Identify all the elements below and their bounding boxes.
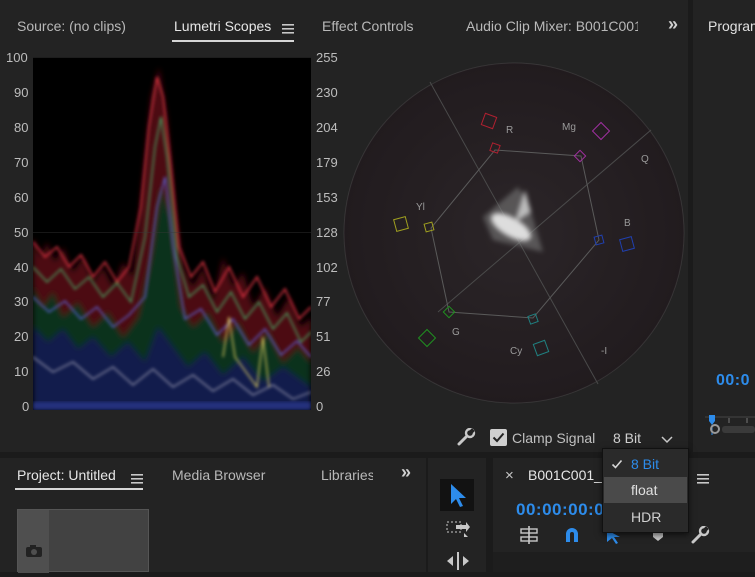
wf-left-tick: 0 [22,399,30,414]
tab-audio-clip-mixer[interactable]: Audio Clip Mixer: B001C001 [466,18,638,34]
tab-sequence[interactable]: B001C001_ [528,467,602,483]
wf-right-tick: 153 [316,190,338,205]
program-scrollbar[interactable] [722,426,755,433]
vs-label-q: Q [641,154,649,165]
active-tab-underline [172,40,294,42]
project-panel-menu-icon[interactable] [131,471,143,484]
panel-menu-icon[interactable] [282,21,294,34]
wf-right-tick: 128 [316,225,338,240]
camera-icon [25,544,43,563]
program-timecode[interactable]: 00:0 [716,372,750,390]
wf-right-tick: 26 [316,364,331,379]
bit-depth-dropdown[interactable]: 8 Bit [604,427,678,449]
wf-left-tick: 40 [14,260,29,275]
project-item-thumbnail[interactable] [17,509,149,573]
tab-source[interactable]: Source: (no clips) [17,18,126,34]
program-scroll-handle[interactable] [710,424,720,434]
wf-right-tick: 204 [316,120,338,135]
wf-left-tick: 30 [14,294,29,309]
vs-label-mg: Mg [562,122,576,133]
tab-overflow-icon[interactable]: » [668,14,678,35]
wf-grid-50 [33,232,311,233]
insert-nested-icon[interactable] [519,526,539,549]
waveform-scope [33,57,311,410]
bit-depth-option-label: 8 Bit [631,456,660,472]
clamp-signal-label: Clamp Signal [512,430,596,446]
selection-tool-icon[interactable] [440,479,474,511]
scope-settings-wrench-icon[interactable] [456,427,476,446]
vs-label-cy: Cy [510,346,523,357]
snap-magnet-icon[interactable] [563,526,581,549]
chevron-down-icon [661,431,673,449]
wf-left-tick: 70 [14,155,29,170]
wf-right-tick: 102 [316,260,338,275]
wf-right-tick: 255 [316,50,338,65]
wf-left-tick: 20 [14,329,29,344]
checkmark-icon [611,457,623,475]
bit-depth-option-8bit[interactable]: 8 Bit [603,451,688,477]
bottom-tab-overflow-icon[interactable]: » [401,462,411,483]
vs-label-g: G [452,327,460,338]
tab-libraries[interactable]: Libraries [321,467,373,483]
tab-project[interactable]: Project: Untitled [17,467,116,483]
timeline-timecode[interactable]: 00:00:00:0 [516,500,604,520]
project-tab-underline [15,488,143,490]
wf-left-tick: 80 [14,120,29,135]
timeline-settings-wrench-icon[interactable] [690,525,710,549]
vs-label-b: B [624,218,631,229]
tab-lumetri-scopes[interactable]: Lumetri Scopes [174,18,271,34]
track-select-tool-icon[interactable] [444,517,472,539]
bit-depth-option-hdr[interactable]: HDR [603,504,688,530]
thumbnail-left-strip [18,510,49,573]
close-sequence-icon[interactable]: × [505,467,514,484]
bit-depth-value: 8 Bit [613,430,642,446]
tab-effect-controls[interactable]: Effect Controls [322,18,414,34]
wf-right-tick: 179 [316,155,338,170]
bit-depth-option-label: float [631,482,658,498]
wf-right-tick: 77 [316,294,331,309]
bit-depth-menu: 8 Bit float HDR [602,448,689,533]
tab-program[interactable]: Program [708,18,755,34]
vs-label-r: R [506,125,514,136]
wf-right-tick: 230 [316,85,338,100]
wf-right-tick: 0 [316,399,324,414]
wf-grid-100 [33,57,311,58]
timeline-track-area[interactable] [493,552,755,572]
wf-left-tick: 10 [14,364,29,379]
vs-label-i: -I [601,346,608,357]
wf-left-tick: 90 [14,85,29,100]
wf-left-tick: 50 [14,225,29,240]
wf-right-tick: 51 [316,329,331,344]
wf-left-tick: 60 [14,190,29,205]
bit-depth-option-label: HDR [631,509,662,525]
sequence-menu-icon[interactable] [697,471,709,484]
ripple-edit-tool-icon[interactable] [444,550,472,572]
tab-media-browser[interactable]: Media Browser [172,467,265,483]
wf-left-tick: 100 [6,50,28,65]
bit-depth-option-float[interactable]: float [604,477,687,503]
clamp-signal-checkbox[interactable] [490,429,507,446]
vs-label-yl: Yl [416,202,425,213]
